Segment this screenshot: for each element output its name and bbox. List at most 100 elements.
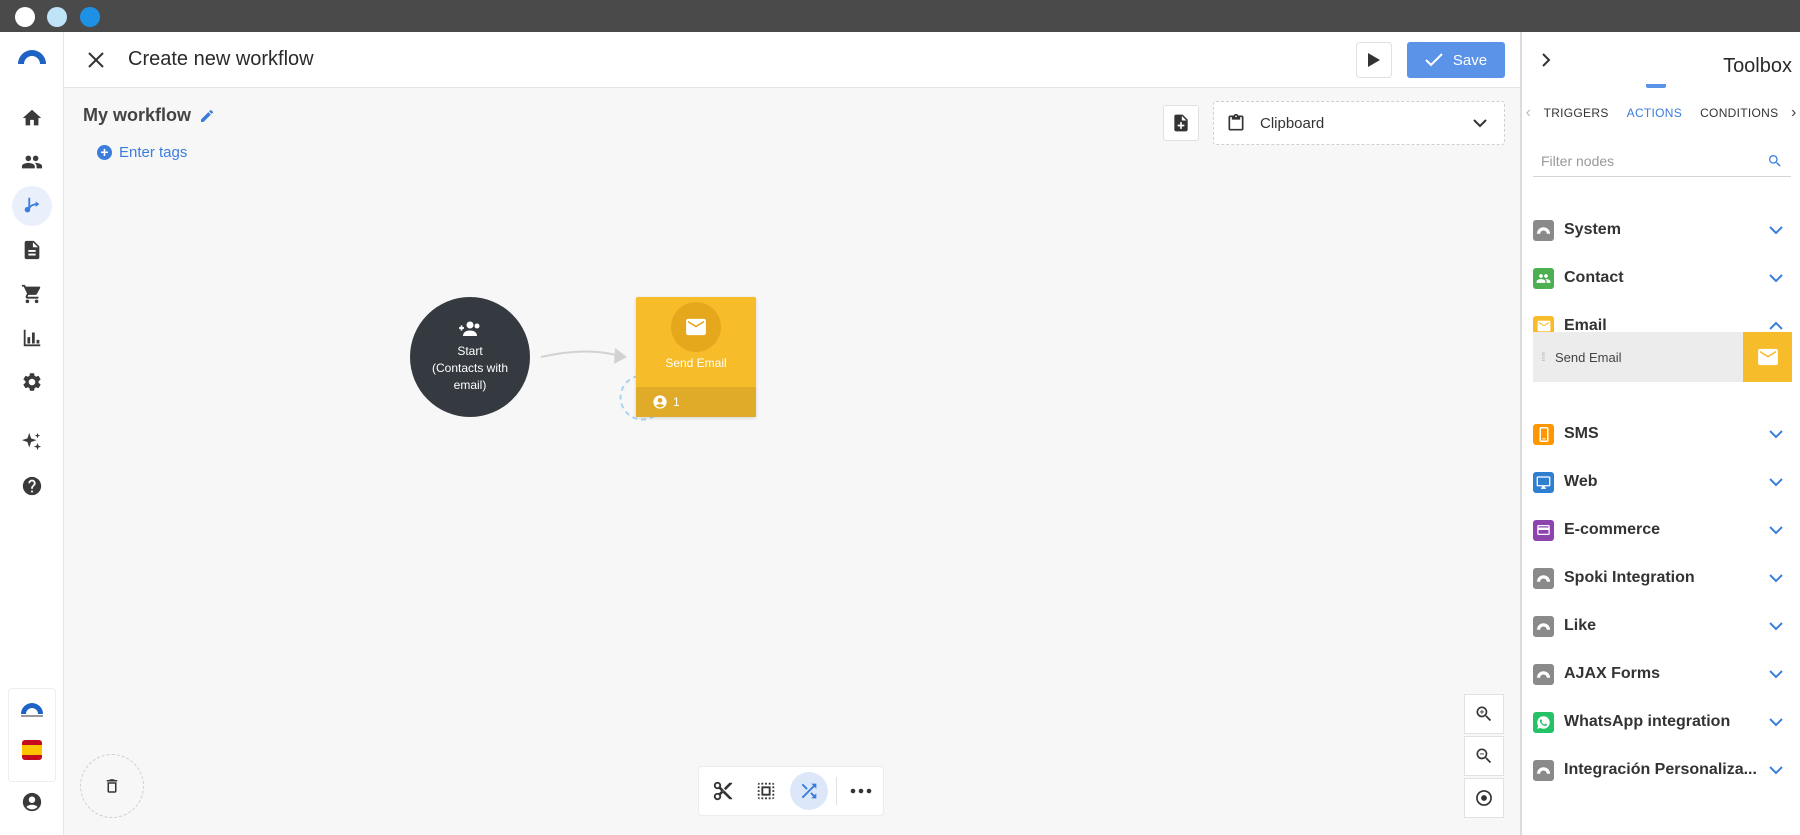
- shuffle-layout-button[interactable]: [790, 772, 828, 810]
- edit-pencil-icon[interactable]: [199, 108, 215, 124]
- category-arc-icon: [1533, 615, 1554, 637]
- search-icon[interactable]: [1767, 153, 1783, 169]
- toolbox-item-send-email[interactable]: ⁞⁞ Send Email: [1533, 332, 1792, 382]
- delete-dropzone[interactable]: [80, 754, 144, 818]
- send-email-node[interactable]: Send Email 1: [636, 297, 756, 417]
- email-node-icon: [671, 302, 721, 352]
- sidebar-people-icon[interactable]: [12, 142, 52, 182]
- save-button[interactable]: Save: [1407, 42, 1505, 78]
- window-close-dot[interactable]: [15, 7, 35, 27]
- zoom-in-button[interactable]: [1464, 694, 1504, 734]
- brand-logo[interactable]: [19, 702, 45, 718]
- sidebar-home-icon[interactable]: [12, 98, 52, 138]
- save-label: Save: [1452, 51, 1488, 69]
- category-arc-icon: [1533, 759, 1554, 781]
- tab-triggers[interactable]: TRIGGERS: [1535, 106, 1618, 120]
- toolbox-category-like[interactable]: Like: [1533, 608, 1791, 644]
- zoom-in-icon: [1476, 706, 1492, 722]
- workflow-name[interactable]: My workflow: [83, 105, 215, 126]
- workflow-canvas[interactable]: My workflow + Enter tags Clipboard Start…: [64, 88, 1520, 835]
- category-people-icon: [1533, 267, 1554, 289]
- category-arc-icon: [1533, 567, 1554, 589]
- chevron-down-icon[interactable]: [1767, 617, 1785, 635]
- close-button[interactable]: [82, 46, 110, 74]
- tabs-scroll-left-icon[interactable]: ‹: [1522, 104, 1535, 122]
- chevron-down-icon[interactable]: [1767, 425, 1785, 443]
- more-options-button[interactable]: [842, 772, 880, 810]
- chevron-down-icon[interactable]: [1767, 665, 1785, 683]
- language-flag-icon[interactable]: [22, 740, 42, 760]
- category-whatsapp-icon: [1533, 711, 1554, 733]
- toolbox-category-contact[interactable]: Contact: [1533, 260, 1791, 296]
- toolbox-category-ajax-forms[interactable]: AJAX Forms: [1533, 656, 1791, 692]
- drag-handle-icon: ⁞⁞: [1541, 350, 1546, 364]
- category-label: WhatsApp integration: [1564, 713, 1731, 730]
- toolbox-panel: Toolbox ‹ TRIGGERS ACTIONS CONDITIONS › …: [1520, 32, 1800, 835]
- active-tab-indicator: [1646, 84, 1666, 88]
- toolbox-category-e-commerce[interactable]: E-commerce: [1533, 512, 1791, 548]
- tabs-scroll-right-icon[interactable]: ›: [1787, 104, 1800, 122]
- sidebar-chart-icon[interactable]: [12, 318, 52, 358]
- workflow-name-text: My workflow: [83, 105, 192, 125]
- toolbox-tabs: ‹ TRIGGERS ACTIONS CONDITIONS ›: [1522, 96, 1800, 130]
- target-icon: [1476, 790, 1492, 806]
- category-label: Web: [1564, 473, 1598, 490]
- tab-actions[interactable]: ACTIONS: [1618, 106, 1691, 120]
- category-phone-icon: [1533, 423, 1554, 445]
- play-icon: [1368, 53, 1380, 67]
- workflow-header: Create new workflow Save: [64, 32, 1520, 88]
- chevron-down-icon: [1473, 119, 1487, 128]
- chevron-down-icon[interactable]: [1767, 521, 1785, 539]
- clipboard-label: Clipboard: [1260, 114, 1325, 132]
- category-label: Spoki Integration: [1564, 569, 1695, 586]
- toolbox-item-label: Send Email: [1555, 349, 1622, 365]
- toolbox-category-spoki-integration[interactable]: Spoki Integration: [1533, 560, 1791, 596]
- chevron-down-icon[interactable]: [1767, 713, 1785, 731]
- sidebar-workflow-icon[interactable]: [12, 186, 52, 226]
- zoom-out-button[interactable]: [1464, 736, 1504, 776]
- sidebar-profile-icon[interactable]: [12, 782, 52, 822]
- toolbox-category-web[interactable]: Web: [1533, 464, 1791, 500]
- category-label: AJAX Forms: [1564, 665, 1661, 682]
- sidebar-help-icon[interactable]: [12, 466, 52, 506]
- enter-tags-link[interactable]: + Enter tags: [97, 144, 187, 161]
- start-node[interactable]: Start (Contacts with email): [410, 297, 530, 417]
- collapse-panel-chevron-icon[interactable]: [1536, 50, 1556, 70]
- page-title: Create new workflow: [128, 48, 314, 70]
- sidebar-document-icon[interactable]: [12, 230, 52, 270]
- chevron-down-icon[interactable]: [1767, 569, 1785, 587]
- canvas-toolbar: [698, 766, 884, 816]
- account-circle-icon: [653, 395, 667, 409]
- trash-icon: [106, 779, 118, 793]
- chevron-down-icon[interactable]: [1767, 269, 1785, 287]
- filter-nodes-field: [1533, 145, 1791, 177]
- window-maximize-dot[interactable]: [80, 7, 100, 27]
- tab-conditions[interactable]: CONDITIONS: [1691, 106, 1787, 120]
- select-area-button[interactable]: [747, 772, 785, 810]
- app-logo[interactable]: [16, 46, 48, 66]
- toolbox-category-system[interactable]: System: [1533, 212, 1791, 248]
- note-add-icon: [1174, 114, 1188, 132]
- sidebar-cart-icon[interactable]: [12, 274, 52, 314]
- cut-button[interactable]: [704, 772, 742, 810]
- email-node-count: 1: [673, 395, 680, 409]
- sidebar-settings-icon[interactable]: [12, 362, 52, 402]
- category-label: Contact: [1564, 269, 1624, 286]
- toolbox-category-whatsapp-integration[interactable]: WhatsApp integration: [1533, 704, 1791, 740]
- check-icon: [1425, 53, 1443, 67]
- center-view-button[interactable]: [1464, 778, 1504, 818]
- run-test-button[interactable]: [1356, 42, 1392, 78]
- close-icon: [88, 52, 104, 68]
- add-contacts-icon: [459, 321, 480, 336]
- chevron-down-icon[interactable]: [1767, 473, 1785, 491]
- filter-nodes-input[interactable]: [1533, 152, 1767, 169]
- toolbox-category-sms[interactable]: SMS: [1533, 416, 1791, 452]
- sidebar-sparkle-icon[interactable]: [12, 422, 52, 462]
- clipboard-dropdown[interactable]: Clipboard: [1213, 101, 1505, 145]
- chevron-down-icon[interactable]: [1767, 221, 1785, 239]
- new-note-button[interactable]: [1163, 105, 1199, 141]
- toolbox-category-integraci-n-personaliza[interactable]: Integración Personaliza...: [1533, 752, 1791, 788]
- window-minimize-dot[interactable]: [47, 7, 67, 27]
- chevron-down-icon[interactable]: [1767, 761, 1785, 779]
- category-label: SMS: [1564, 425, 1599, 442]
